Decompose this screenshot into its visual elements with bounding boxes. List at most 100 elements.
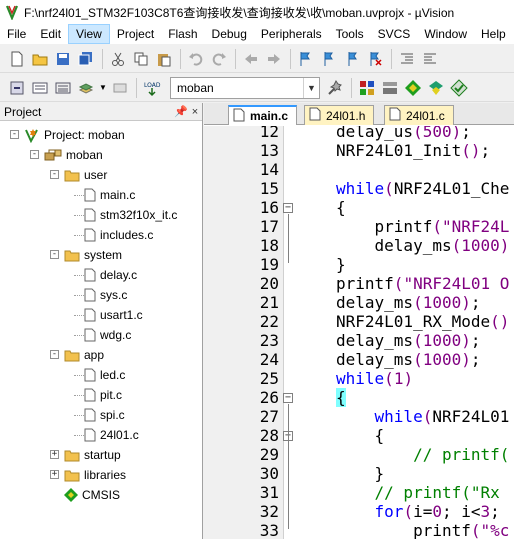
bookmark-icon[interactable] bbox=[295, 48, 317, 70]
target-select[interactable]: moban ▼ bbox=[170, 76, 320, 99]
code-line[interactable]: 28− { bbox=[204, 426, 514, 445]
menu-edit[interactable]: Edit bbox=[33, 24, 68, 44]
pack-installer-icon[interactable] bbox=[402, 77, 424, 99]
clear-bookmarks-icon[interactable] bbox=[364, 48, 386, 70]
save-icon[interactable] bbox=[52, 48, 74, 70]
build-icon[interactable] bbox=[29, 77, 51, 99]
code-line[interactable]: 27 while(NRF24L01 bbox=[204, 407, 514, 426]
code-line[interactable]: 12 delay_us(500); bbox=[204, 126, 514, 141]
collapse-icon[interactable]: - bbox=[10, 130, 19, 139]
redo-icon[interactable] bbox=[208, 48, 230, 70]
tree-group-system[interactable]: system bbox=[64, 245, 122, 265]
code-line[interactable]: 29 // printf( bbox=[204, 445, 514, 464]
menu-debug[interactable]: Debug bbox=[205, 24, 254, 44]
target-options-icon[interactable] bbox=[324, 77, 346, 99]
expand-icon[interactable]: + bbox=[50, 470, 59, 479]
menu-help[interactable]: Help bbox=[474, 24, 513, 44]
new-file-icon[interactable] bbox=[6, 48, 28, 70]
tree-group-startup[interactable]: startup bbox=[64, 445, 121, 465]
rebuild-icon[interactable] bbox=[52, 77, 74, 99]
menu-tools[interactable]: Tools bbox=[329, 24, 371, 44]
next-bookmark-icon[interactable] bbox=[341, 48, 363, 70]
code-line[interactable]: 22 NRF24L01_RX_Mode() bbox=[204, 312, 514, 331]
tree-file[interactable]: stm32f10x_it.c bbox=[84, 205, 177, 225]
code-line[interactable]: 19} bbox=[204, 255, 514, 274]
code-line[interactable]: 16− { bbox=[204, 198, 514, 217]
paste-icon[interactable] bbox=[153, 48, 175, 70]
tree-file[interactable]: 24l01.c bbox=[84, 425, 139, 445]
tree-file[interactable]: delay.c bbox=[84, 265, 137, 285]
dropdown-arrow-icon[interactable]: ▼ bbox=[98, 77, 108, 99]
open-folder-icon[interactable] bbox=[29, 48, 51, 70]
tree-file[interactable]: includes.c bbox=[84, 225, 153, 245]
code-line[interactable]: 13 NRF24L01_Init(); bbox=[204, 141, 514, 160]
code-line[interactable]: 18 delay_ms(1000) bbox=[204, 236, 514, 255]
tree-file[interactable]: usart1.c bbox=[84, 305, 143, 325]
tree-file[interactable]: sys.c bbox=[84, 285, 127, 305]
code-line[interactable]: 23 delay_ms(1000); bbox=[204, 331, 514, 350]
code-line[interactable]: 31 // printf("Rx bbox=[204, 483, 514, 502]
collapse-icon[interactable]: - bbox=[30, 150, 39, 159]
copy-icon[interactable] bbox=[130, 48, 152, 70]
tree-connector bbox=[74, 275, 84, 276]
prev-bookmark-icon[interactable] bbox=[318, 48, 340, 70]
tab-main-c[interactable]: main.c bbox=[228, 105, 298, 125]
menu-file[interactable]: File bbox=[0, 24, 33, 44]
close-icon[interactable]: × bbox=[188, 106, 202, 118]
file-extensions-icon[interactable] bbox=[379, 77, 401, 99]
indent-icon[interactable] bbox=[396, 48, 418, 70]
unindent-icon[interactable] bbox=[419, 48, 441, 70]
tree-project-root[interactable]: Project: moban bbox=[24, 125, 125, 145]
cut-icon[interactable] bbox=[107, 48, 129, 70]
tree-file[interactable]: led.c bbox=[84, 365, 125, 385]
select-software-packs-icon[interactable] bbox=[425, 77, 447, 99]
menu-peripherals[interactable]: Peripherals bbox=[254, 24, 329, 44]
menu-project[interactable]: Project bbox=[110, 24, 161, 44]
tree-group-libraries[interactable]: libraries bbox=[64, 465, 126, 485]
tree-file[interactable]: wdg.c bbox=[84, 325, 131, 345]
code-line[interactable]: 30 } bbox=[204, 464, 514, 483]
manage-components-icon[interactable] bbox=[356, 77, 378, 99]
save-all-icon[interactable] bbox=[75, 48, 97, 70]
fold-toggle-icon[interactable]: − bbox=[283, 203, 293, 213]
undo-icon[interactable] bbox=[185, 48, 207, 70]
menu-svcs[interactable]: SVCS bbox=[371, 24, 418, 44]
code-line[interactable]: 17 printf("NRF24L bbox=[204, 217, 514, 236]
code-line[interactable]: 32 for(i=0; i<3; bbox=[204, 502, 514, 521]
download-load-icon[interactable]: LOAD bbox=[141, 77, 163, 99]
navigate-forward-icon[interactable] bbox=[263, 48, 285, 70]
code-line[interactable]: 24 delay_ms(1000); bbox=[204, 350, 514, 369]
code-line[interactable]: 25 while(1) bbox=[204, 369, 514, 388]
menu-flash[interactable]: Flash bbox=[161, 24, 204, 44]
fold-toggle-icon[interactable]: − bbox=[283, 393, 293, 403]
tree-group-user[interactable]: user bbox=[64, 165, 107, 185]
pin-icon[interactable]: 📌 bbox=[174, 105, 188, 118]
tree-file[interactable]: pit.c bbox=[84, 385, 122, 405]
environment-icon[interactable] bbox=[448, 77, 470, 99]
menu-view[interactable]: View bbox=[68, 24, 110, 44]
code-line[interactable]: 14 bbox=[204, 160, 514, 179]
code-line[interactable]: 15 while(NRF24L01_Che bbox=[204, 179, 514, 198]
tab-24l01-c[interactable]: 24l01.c bbox=[384, 105, 454, 125]
collapse-icon[interactable]: - bbox=[50, 170, 59, 179]
tree-group-app[interactable]: app bbox=[64, 345, 104, 365]
collapse-icon[interactable]: - bbox=[50, 250, 59, 259]
tree-target[interactable]: moban bbox=[44, 145, 103, 165]
code-line[interactable]: 21 delay_ms(1000); bbox=[204, 293, 514, 312]
collapse-icon[interactable]: - bbox=[50, 350, 59, 359]
tree-file[interactable]: main.c bbox=[84, 185, 135, 205]
line-number: 14 bbox=[259, 160, 279, 179]
code-line[interactable]: 33 printf("%c bbox=[204, 521, 514, 539]
menu-window[interactable]: Window bbox=[417, 24, 474, 44]
tree-file[interactable]: spi.c bbox=[84, 405, 125, 425]
tab-24l01-h[interactable]: 24l01.h bbox=[304, 105, 375, 125]
stop-build-icon[interactable] bbox=[109, 77, 131, 99]
expand-icon[interactable]: + bbox=[50, 450, 59, 459]
translate-icon[interactable] bbox=[6, 77, 28, 99]
batch-build-icon[interactable] bbox=[75, 77, 97, 99]
code-line[interactable]: 20 printf("NRF24L01 O bbox=[204, 274, 514, 293]
navigate-back-icon[interactable] bbox=[240, 48, 262, 70]
tree-cmsis[interactable]: CMSIS bbox=[64, 485, 120, 505]
code-line[interactable]: 26− { bbox=[204, 388, 514, 407]
code-editor[interactable]: 12 delay_us(500); 13 NRF24L01_Init(); 14 15 wh… bbox=[204, 126, 514, 539]
